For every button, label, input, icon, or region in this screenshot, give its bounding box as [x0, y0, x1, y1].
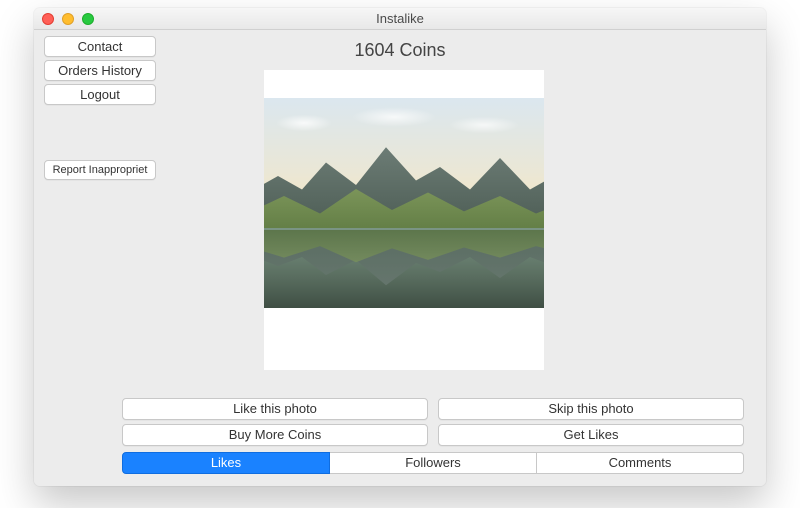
- buy-coins-button[interactable]: Buy More Coins: [122, 424, 428, 446]
- photo-card: [264, 70, 544, 370]
- content-area: Contact Orders History Logout Report Ina…: [34, 30, 766, 486]
- logout-button[interactable]: Logout: [44, 84, 156, 105]
- tab-followers[interactable]: Followers: [330, 452, 537, 474]
- photo-clouds: [264, 103, 544, 143]
- bottom-panel: Like this photo Skip this photo Buy More…: [122, 398, 744, 474]
- tab-likes[interactable]: Likes: [122, 452, 330, 474]
- coins-label: 1604 Coins: [34, 40, 766, 61]
- tab-comments[interactable]: Comments: [537, 452, 744, 474]
- skip-photo-button[interactable]: Skip this photo: [438, 398, 744, 420]
- report-inappropriate-button[interactable]: Report Inappropriet: [44, 160, 156, 180]
- like-photo-button[interactable]: Like this photo: [122, 398, 428, 420]
- window-title: Instalike: [34, 11, 766, 26]
- photo-image: [264, 98, 544, 308]
- action-row-2: Buy More Coins Get Likes: [122, 424, 744, 446]
- action-row-1: Like this photo Skip this photo: [122, 398, 744, 420]
- titlebar: Instalike: [34, 8, 766, 30]
- app-window: Instalike Contact Orders History Logout …: [34, 8, 766, 486]
- tabs: Likes Followers Comments: [122, 452, 744, 474]
- get-likes-button[interactable]: Get Likes: [438, 424, 744, 446]
- orders-history-button[interactable]: Orders History: [44, 60, 156, 81]
